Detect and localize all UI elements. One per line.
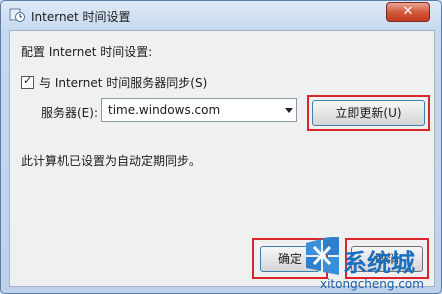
server-label: 服务器(E): xyxy=(41,106,98,120)
watermark-brand: 系统城 xyxy=(343,248,415,277)
chevron-down-icon[interactable] xyxy=(285,108,293,113)
close-icon: ✕ xyxy=(402,4,414,19)
title-bar[interactable]: Internet 时间设置 ✕ xyxy=(1,1,441,29)
dialog-window: Internet 时间设置 ✕ 配置 Internet 时间设置: ✓ 与 In… xyxy=(0,0,442,294)
site-logo-icon xyxy=(306,237,339,275)
update-now-button[interactable]: 立即更新(U) xyxy=(312,100,425,126)
sync-status-text: 此计算机已设置为自动定期同步。 xyxy=(21,154,202,168)
settings-heading: 配置 Internet 时间设置: xyxy=(21,45,153,59)
watermark-domain: xitongcheng.com xyxy=(320,277,424,291)
server-combobox[interactable]: time.windows.com xyxy=(101,98,297,122)
close-button[interactable]: ✕ xyxy=(386,2,430,22)
window-title: Internet 时间设置 xyxy=(31,10,131,24)
time-settings-icon xyxy=(9,8,25,22)
server-value[interactable]: time.windows.com xyxy=(108,103,220,117)
site-watermark: 系统城 xitongcheng.com xyxy=(298,237,440,293)
sync-checkbox-label[interactable]: 与 Internet 时间服务器同步(S) xyxy=(39,74,207,91)
sync-checkbox[interactable]: ✓ xyxy=(21,74,34,89)
sync-option[interactable]: ✓ 与 Internet 时间服务器同步(S) xyxy=(21,74,207,91)
checkmark-icon: ✓ xyxy=(23,74,33,87)
